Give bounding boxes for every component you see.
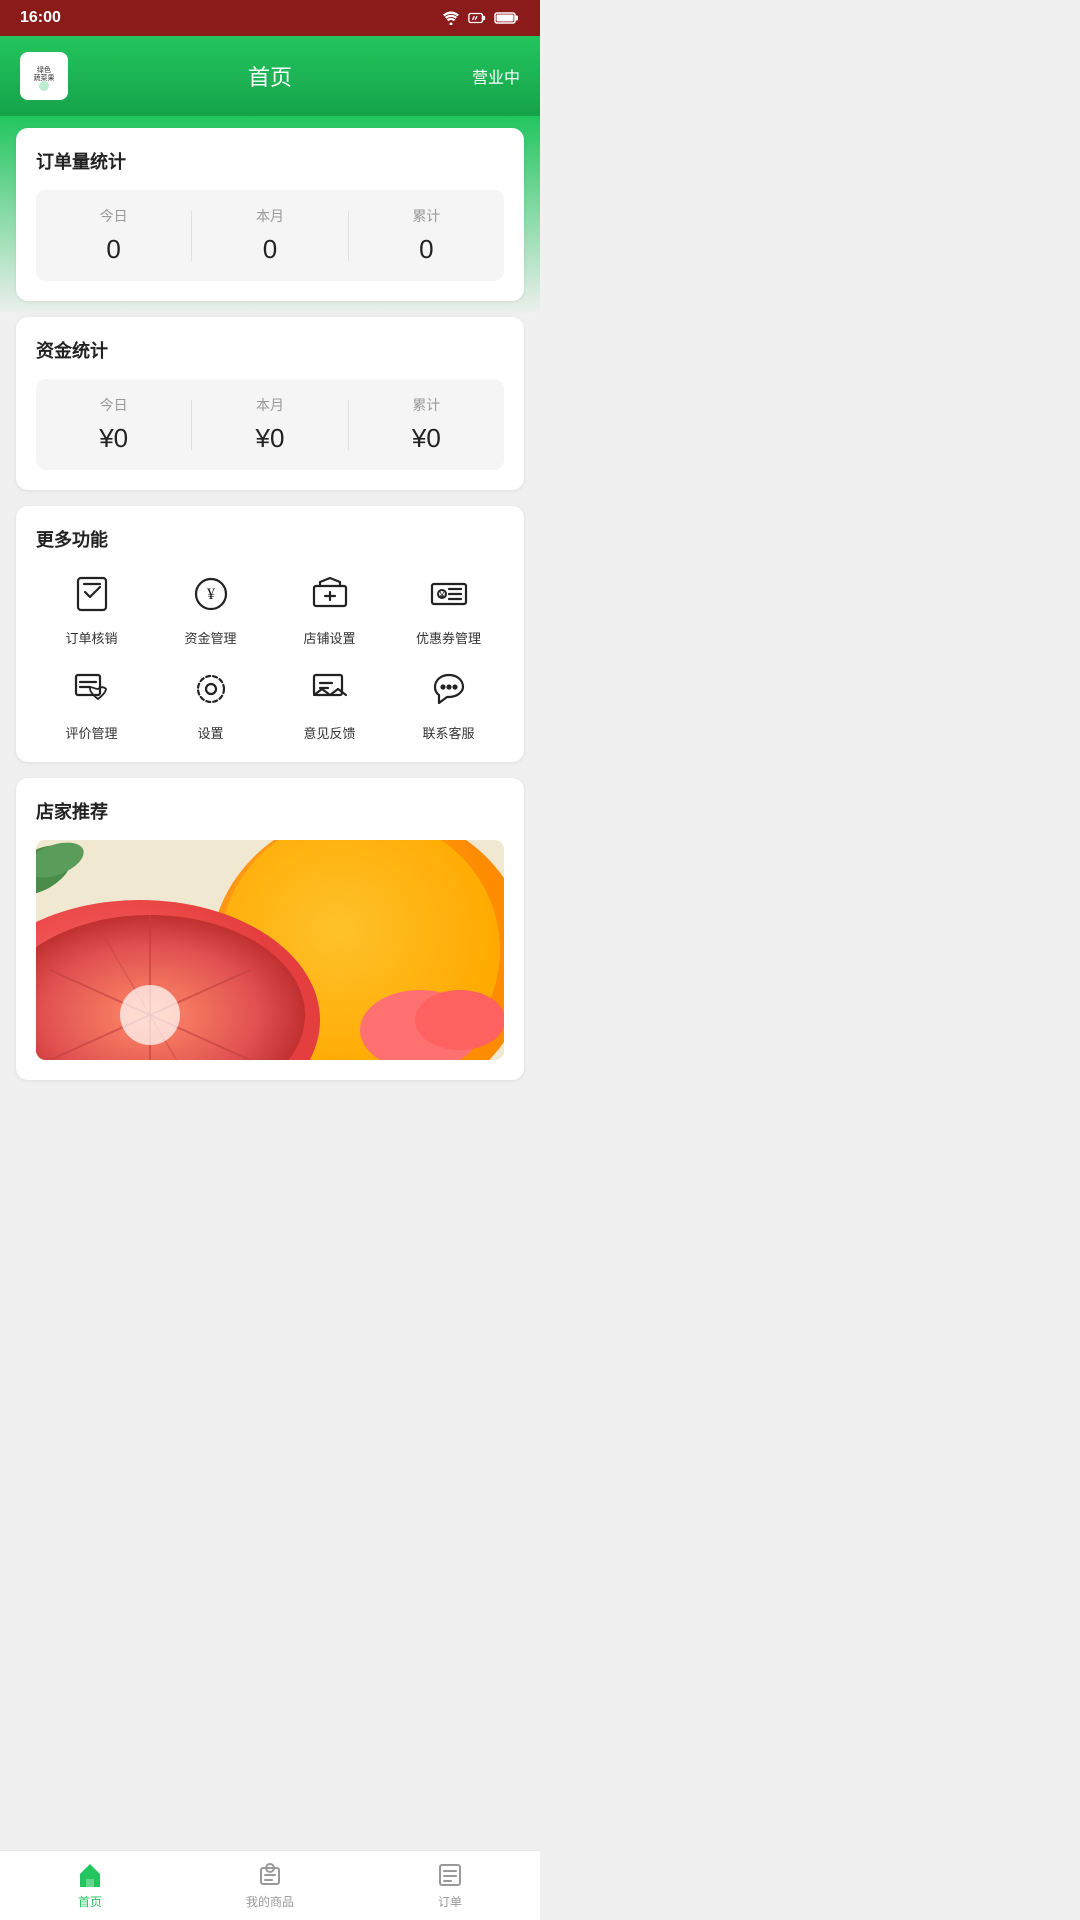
fund-stats-card: 资金统计 今日 ¥0 本月 ¥0 累计 ¥0 xyxy=(16,317,524,490)
orders-nav-icon xyxy=(436,1861,464,1889)
order-stats-title: 订单量统计 xyxy=(36,148,504,174)
order-month-value: 0 xyxy=(200,234,339,265)
page-title: 首页 xyxy=(248,60,292,92)
my-products-nav-label: 我的商品 xyxy=(246,1893,294,1910)
functions-grid: 订单核销 ¥ 资金管理 xyxy=(36,568,504,742)
function-review-management[interactable]: 评价管理 xyxy=(36,663,147,742)
fund-today-value: ¥0 xyxy=(44,423,183,454)
settings-icon xyxy=(185,663,237,715)
more-functions-title: 更多功能 xyxy=(36,526,504,552)
order-total-label: 累计 xyxy=(357,206,496,226)
recommendation-title: 店家推荐 xyxy=(36,798,504,824)
order-stats-card: 订单量统计 今日 0 本月 0 累计 0 xyxy=(16,128,524,301)
order-month-label: 本月 xyxy=(200,206,339,226)
order-today-label: 今日 xyxy=(44,206,183,226)
order-today-value: 0 xyxy=(44,234,183,265)
order-stat-total: 累计 0 xyxy=(349,190,504,281)
svg-text:绿色: 绿色 xyxy=(37,65,51,74)
feedback-icon xyxy=(304,663,356,715)
home-nav-label: 首页 xyxy=(78,1893,102,1910)
function-fund-management[interactable]: ¥ 资金管理 xyxy=(155,568,266,647)
fund-month-label: 本月 xyxy=(200,395,339,415)
recommendation-image[interactable] xyxy=(36,840,504,1060)
order-stats-row: 今日 0 本月 0 累计 0 xyxy=(36,190,504,281)
svg-text:¥: ¥ xyxy=(207,586,215,603)
function-order-verification[interactable]: 订单核销 xyxy=(36,568,147,647)
fund-management-label: 资金管理 xyxy=(184,628,236,647)
feedback-label: 意见反馈 xyxy=(303,723,355,742)
function-settings[interactable]: 设置 xyxy=(155,663,266,742)
my-products-nav-icon xyxy=(256,1861,284,1889)
nav-orders[interactable]: 订单 xyxy=(360,1853,540,1918)
function-coupon-management[interactable]: ¥ 优惠券管理 xyxy=(393,568,504,647)
shop-settings-label: 店铺设置 xyxy=(303,628,355,647)
customer-service-icon xyxy=(423,663,475,715)
function-feedback[interactable]: 意见反馈 xyxy=(274,663,385,742)
order-total-value: 0 xyxy=(357,234,496,265)
svg-text:蔬菜果: 蔬菜果 xyxy=(34,73,55,82)
fund-stat-total: 累计 ¥0 xyxy=(349,379,504,470)
status-bar: 16:00 xyxy=(0,0,540,36)
order-stat-month: 本月 0 xyxy=(192,190,347,281)
recommendation-card: 店家推荐 xyxy=(16,778,524,1080)
function-customer-service[interactable]: 联系客服 xyxy=(393,663,504,742)
status-time: 16:00 xyxy=(20,9,61,27)
shop-settings-icon xyxy=(304,568,356,620)
store-logo[interactable]: 绿色 蔬菜果 xyxy=(20,52,68,100)
nav-home[interactable]: 首页 xyxy=(0,1853,180,1918)
wifi-icon xyxy=(442,11,460,25)
fund-stat-month: 本月 ¥0 xyxy=(192,379,347,470)
battery-icon xyxy=(494,11,520,25)
fund-total-label: 累计 xyxy=(357,395,496,415)
svg-text:¥: ¥ xyxy=(438,590,445,600)
coupon-management-icon: ¥ xyxy=(423,568,475,620)
fund-management-icon: ¥ xyxy=(185,568,237,620)
business-status[interactable]: 营业中 xyxy=(472,64,520,88)
fund-stats-row: 今日 ¥0 本月 ¥0 累计 ¥0 xyxy=(36,379,504,470)
orders-nav-label: 订单 xyxy=(438,1893,462,1910)
order-verification-icon xyxy=(66,568,118,620)
fund-stat-today: 今日 ¥0 xyxy=(36,379,191,470)
fund-today-label: 今日 xyxy=(44,395,183,415)
home-nav-icon xyxy=(76,1861,104,1889)
more-functions-card: 更多功能 订单核销 ¥ xyxy=(16,506,524,762)
bottom-nav: 首页 我的商品 订单 xyxy=(0,1850,540,1920)
fund-total-value: ¥0 xyxy=(357,423,496,454)
status-icons xyxy=(442,11,520,25)
charging-icon xyxy=(468,11,486,25)
function-shop-settings[interactable]: 店铺设置 xyxy=(274,568,385,647)
customer-service-label: 联系客服 xyxy=(422,723,474,742)
order-stat-today: 今日 0 xyxy=(36,190,191,281)
app-header: 绿色 蔬菜果 首页 营业中 xyxy=(0,36,540,116)
order-verification-label: 订单核销 xyxy=(65,628,117,647)
review-management-icon xyxy=(66,663,118,715)
fund-month-value: ¥0 xyxy=(200,423,339,454)
review-management-label: 评价管理 xyxy=(65,723,117,742)
settings-label: 设置 xyxy=(197,723,223,742)
coupon-management-label: 优惠券管理 xyxy=(416,628,481,647)
main-content: 订单量统计 今日 0 本月 0 累计 0 资金统计 今日 ¥0 xyxy=(0,116,540,1176)
nav-my-products[interactable]: 我的商品 xyxy=(180,1853,360,1918)
fund-stats-title: 资金统计 xyxy=(36,337,504,363)
